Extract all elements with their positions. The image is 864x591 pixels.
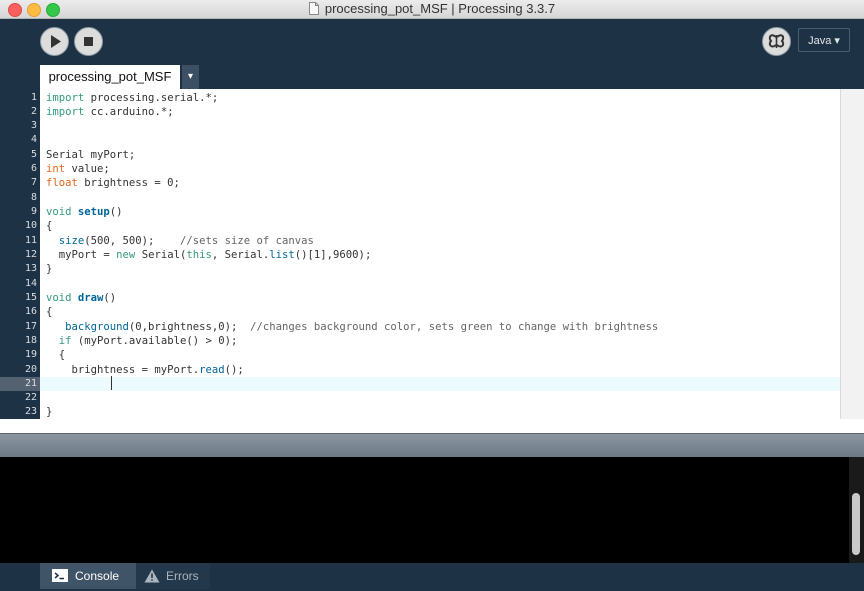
debug-button[interactable] xyxy=(762,27,791,56)
console-scroll-thumb[interactable] xyxy=(852,493,860,555)
toolbar: Java ▾ xyxy=(0,19,864,65)
code-editor: 1 2 3 4 5 6 7 8 9 10 11 12 13 14 15 16 17 18 19 20 21 22 23 im… xyxy=(0,89,864,419)
window-title: processing_pot_MSF | Processing 3.3.7 xyxy=(324,1,556,16)
line-number: 22 xyxy=(24,392,37,403)
document-icon xyxy=(308,2,319,15)
tab-console-label: Console xyxy=(75,569,120,583)
line-number: 10 xyxy=(24,220,37,231)
code-line: background(0,brightness,0); //changes ba… xyxy=(65,321,659,333)
tab-processing-pot-msf[interactable]: processing_pot_MSF xyxy=(40,65,180,89)
tab-errors-label: Errors xyxy=(166,569,199,583)
editor-scrollbar[interactable] xyxy=(840,89,864,419)
code-line: import processing.serial.*; xyxy=(46,92,219,104)
line-number: 14 xyxy=(24,278,37,289)
code-line: size(500, 500); //sets size of canvas xyxy=(58,235,314,247)
code-line: { xyxy=(46,306,53,318)
warning-icon xyxy=(144,569,160,583)
code-line: import cc.arduino.*; xyxy=(46,106,174,118)
line-number: 4 xyxy=(30,134,37,145)
tab-errors[interactable]: Errors xyxy=(136,563,210,589)
code-line: } xyxy=(46,406,53,418)
code-line: { xyxy=(46,349,66,361)
stop-button[interactable] xyxy=(74,27,103,56)
code-line: void setup() xyxy=(46,206,123,218)
butterfly-icon xyxy=(768,34,785,48)
tab-menu-button[interactable]: ▾ xyxy=(182,65,199,89)
code-line: Serial myPort; xyxy=(46,149,136,161)
console-scrollbar[interactable] xyxy=(849,457,864,563)
play-icon xyxy=(51,35,61,48)
text-caret xyxy=(111,376,112,390)
console-divider[interactable] xyxy=(0,433,864,458)
line-number: 9 xyxy=(30,206,37,217)
line-number: 12 xyxy=(24,249,37,260)
line-number: 5 xyxy=(30,149,37,160)
code-line: { xyxy=(46,220,53,232)
console-output[interactable] xyxy=(0,457,849,563)
stop-icon xyxy=(84,37,93,46)
tab-console[interactable]: Console xyxy=(40,563,136,589)
footer-tab-bar: Console Errors xyxy=(0,563,864,591)
code-line: float brightness = 0; xyxy=(46,177,180,189)
current-code-line xyxy=(40,377,840,391)
console-icon xyxy=(52,569,68,582)
code-line: } xyxy=(46,263,53,275)
line-number: 15 xyxy=(24,292,37,303)
code-line: brightness = myPort.read(); xyxy=(46,364,244,376)
line-number: 1 xyxy=(30,92,37,103)
code-line: void draw() xyxy=(46,292,117,304)
line-number: 17 xyxy=(24,321,37,332)
line-number: 16 xyxy=(24,306,37,317)
line-number: 23 xyxy=(24,406,37,417)
line-number: 19 xyxy=(24,349,37,360)
code-line: if (myPort.available() > 0); xyxy=(58,335,238,347)
line-number: 11 xyxy=(24,235,37,246)
sketch-tab-bar: processing_pot_MSF ▾ xyxy=(0,65,864,89)
line-number: 8 xyxy=(30,192,37,203)
line-number: 6 xyxy=(30,163,37,174)
line-number: 20 xyxy=(24,364,37,375)
line-number: 7 xyxy=(30,177,37,188)
code-text-area[interactable]: import processing.serial.*; import cc.ar… xyxy=(40,89,840,419)
title-bar: processing_pot_MSF | Processing 3.3.7 xyxy=(0,0,864,19)
mode-selector[interactable]: Java ▾ xyxy=(798,28,850,52)
editor-bottom-margin xyxy=(0,419,864,433)
line-number: 3 xyxy=(30,120,37,131)
line-number: 21 xyxy=(0,377,40,391)
line-number: 2 xyxy=(30,106,37,117)
line-number-gutter: 1 2 3 4 5 6 7 8 9 10 11 12 13 14 15 16 17 18 19 20 21 22 23 xyxy=(0,89,40,419)
code-line: int value; xyxy=(46,163,110,175)
code-line: myPort = new Serial(this, Serial.list()[… xyxy=(46,249,372,261)
line-number: 13 xyxy=(24,263,37,274)
line-number: 18 xyxy=(24,335,37,346)
run-button[interactable] xyxy=(40,27,69,56)
